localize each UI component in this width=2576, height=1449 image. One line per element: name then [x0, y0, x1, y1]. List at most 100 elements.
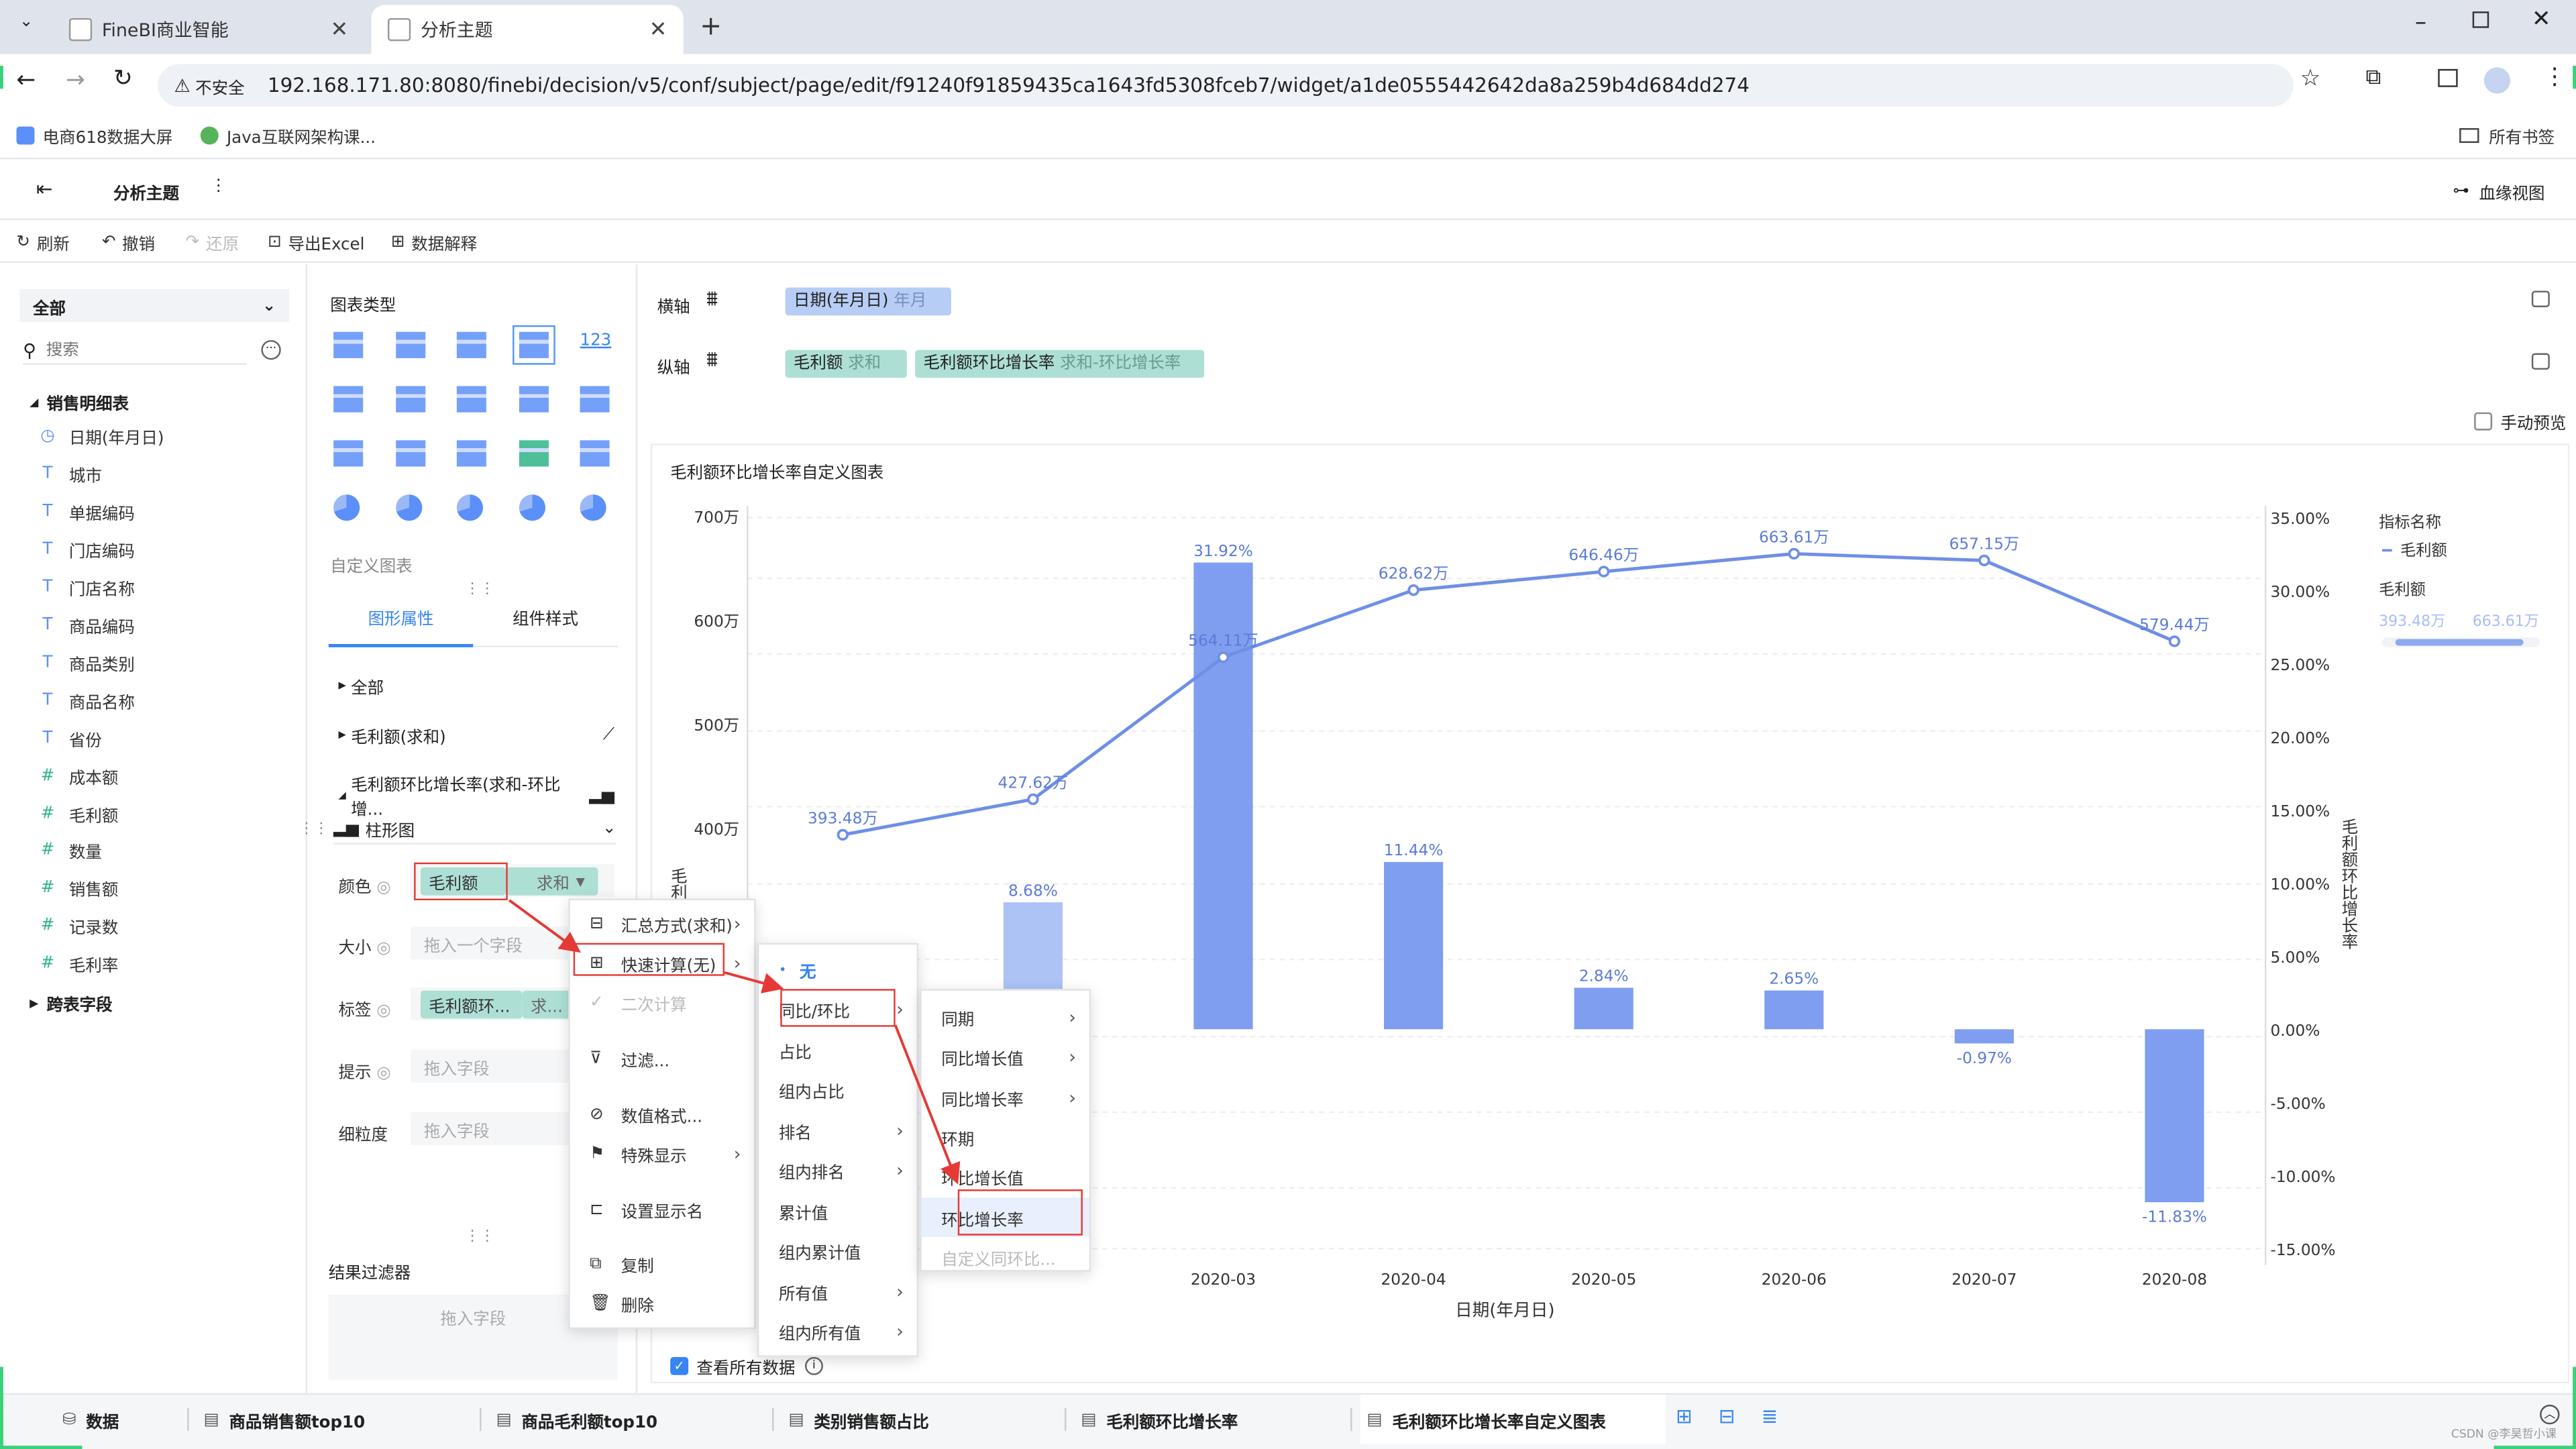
- checkbox-checked[interactable]: ✓: [670, 1356, 689, 1375]
- restore-icon[interactable]: [2472, 11, 2489, 28]
- y-axis-field-pill[interactable]: 毛利额环比增长率 求和-环比增长率: [915, 350, 1205, 378]
- y-axis-field-pill[interactable]: 毛利额 求和: [785, 350, 907, 378]
- export-excel-button[interactable]: ⊡ 导出Excel: [268, 230, 364, 255]
- field-item[interactable]: T 门店名称: [36, 575, 135, 600]
- chart-type-range-bar-icon[interactable]: [580, 386, 610, 413]
- search-input[interactable]: [46, 341, 211, 360]
- collapse-icon[interactable]: ︿: [2540, 1404, 2560, 1425]
- field-item[interactable]: # 记录数: [36, 914, 119, 938]
- manual-preview-toggle[interactable]: 手动预览: [2474, 409, 2566, 434]
- close-tab-icon[interactable]: ✕: [330, 17, 348, 42]
- chart-type-stacked-bar-icon[interactable]: [394, 386, 425, 413]
- lock-icon[interactable]: [2531, 290, 2550, 307]
- field-item[interactable]: # 数量: [36, 839, 102, 863]
- chart-type-area-icon[interactable]: [518, 440, 548, 467]
- chart-type-bubble-icon[interactable]: [580, 494, 606, 521]
- field-item[interactable]: # 毛利率: [36, 952, 119, 977]
- field-item[interactable]: T 商品编码: [36, 612, 135, 637]
- sub-chart-type-select[interactable]: ▂▅ 柱形图 ⌄: [333, 815, 616, 845]
- field-item[interactable]: # 成本额: [36, 763, 119, 788]
- field-item[interactable]: T 商品类别: [36, 650, 135, 675]
- line-series[interactable]: [842, 551, 2176, 837]
- menu-dots-icon[interactable]: ⋮: [2543, 64, 2566, 91]
- bottom-tab[interactable]: ▤ 商品销售额top10: [197, 1395, 485, 1444]
- bottom-tab[interactable]: ▤ 商品毛利额top10: [490, 1395, 772, 1444]
- bar[interactable]: [1764, 990, 1824, 1030]
- y-axis-type-icon[interactable]: ⩩: [706, 348, 718, 373]
- more-icon[interactable]: ⋮: [210, 177, 226, 195]
- tree-node-profit[interactable]: ▶ 毛利额(求和) ⟋: [338, 723, 614, 747]
- field-item[interactable]: # 销售额: [36, 876, 119, 901]
- x-axis-type-icon[interactable]: ⩩: [706, 288, 718, 313]
- line-point[interactable]: [837, 828, 849, 841]
- menu-item[interactable]: 组内累计值: [759, 1230, 916, 1270]
- chart-type-rose-icon[interactable]: [394, 494, 422, 521]
- resize-handle-icon[interactable]: ⋮⋮: [299, 821, 329, 837]
- gradient-bar[interactable]: [2395, 639, 2524, 646]
- back-icon[interactable]: ←: [16, 67, 36, 93]
- chart-type-custom-icon[interactable]: [511, 325, 555, 365]
- bar[interactable]: [1574, 987, 1633, 1030]
- tree-node-all[interactable]: ▶ 全部: [338, 674, 384, 698]
- refresh-button[interactable]: ↻ 刷新: [16, 230, 69, 255]
- line-point[interactable]: [1788, 547, 1800, 560]
- field-item[interactable]: T 城市: [36, 462, 102, 486]
- chart-type-kpi-icon[interactable]: 123: [580, 332, 611, 358]
- close-tab-icon[interactable]: ✕: [649, 17, 667, 42]
- drag-handle-icon[interactable]: ⋮⋮: [465, 1229, 494, 1245]
- add-report-icon[interactable]: ≣: [1762, 1405, 1778, 1428]
- bottom-tab[interactable]: ⛁ 数据: [62, 1395, 197, 1444]
- bottom-tab[interactable]: ▤ 毛利额环比增长率: [1075, 1395, 1357, 1444]
- chart-type-pie-icon[interactable]: [333, 494, 360, 521]
- minimize-icon[interactable]: –: [2415, 10, 2426, 36]
- bookmark-item[interactable]: Java互联网架构课...: [200, 123, 376, 148]
- lock-icon[interactable]: [2531, 353, 2550, 370]
- forward-icon[interactable]: →: [66, 67, 85, 93]
- show-all-data-toggle[interactable]: ✓ 查看所有数据 i: [670, 1354, 823, 1379]
- chart-type-bar-icon[interactable]: [456, 386, 486, 413]
- bookmark-star-icon[interactable]: ☆: [2300, 66, 2321, 92]
- line-point[interactable]: [1217, 651, 1230, 663]
- new-tab-icon[interactable]: +: [700, 10, 722, 42]
- chart-type-horizontal-bar-icon[interactable]: [518, 386, 548, 413]
- field-item[interactable]: T 门店编码: [36, 537, 135, 561]
- checkbox[interactable]: [2474, 412, 2493, 431]
- field-item[interactable]: T 商品名称: [36, 688, 135, 712]
- more-options-icon[interactable]: ···: [261, 339, 281, 360]
- chart-type-cross-table-icon[interactable]: [394, 331, 425, 358]
- field-search[interactable]: ⚲: [23, 337, 247, 365]
- bar[interactable]: [1384, 861, 1444, 1030]
- scope-select[interactable]: 全部 ⌄: [19, 289, 290, 323]
- extensions-icon[interactable]: ⧉: [2366, 66, 2381, 91]
- field-item[interactable]: T 单据编码: [36, 499, 135, 524]
- line-point[interactable]: [1978, 554, 1990, 567]
- reload-icon[interactable]: ↻: [113, 66, 133, 92]
- chart-type-sunburst-icon[interactable]: [456, 494, 484, 521]
- field-item[interactable]: ◷ 日期(年月日): [36, 424, 164, 449]
- line-point[interactable]: [2168, 635, 2181, 647]
- bookmark-item[interactable]: 电商618数据大屏: [16, 123, 172, 148]
- tab-list-chevron-icon[interactable]: ⌄: [13, 13, 40, 40]
- browser-tab-finebi[interactable]: FineBI商业智能 ✕: [52, 5, 364, 54]
- exit-icon[interactable]: ⇤: [36, 177, 53, 200]
- add-component-icon[interactable]: ⊞: [1676, 1405, 1693, 1428]
- lineage-view-button[interactable]: ⊶ 血缘视图: [2453, 179, 2544, 204]
- data-explain-button[interactable]: ⊞ 数据解释: [391, 230, 477, 255]
- tab-graph-properties[interactable]: 图形属性: [328, 595, 474, 647]
- tree-node-profit-growth[interactable]: ◢ 毛利额环比增长率(求和-环比增... ▂▅: [338, 771, 614, 820]
- bottom-tab[interactable]: ▤ 毛利额环比增长率自定义图表: [1360, 1395, 1666, 1444]
- menu-item[interactable]: ⧉ 复制: [570, 1244, 754, 1283]
- line-point[interactable]: [1407, 584, 1419, 596]
- bar[interactable]: [1954, 1029, 2014, 1044]
- x-axis-field-pill[interactable]: 日期(年月日) 年月: [785, 287, 951, 316]
- chart-type-radar-icon[interactable]: [456, 440, 486, 467]
- line-point[interactable]: [1598, 566, 1610, 578]
- field-item[interactable]: # 毛利额: [36, 801, 119, 826]
- sidebar-icon[interactable]: [2438, 68, 2458, 87]
- browser-tab-analysis[interactable]: 分析主题 ✕: [371, 5, 684, 54]
- chart-type-line-icon[interactable]: [333, 440, 364, 467]
- cross-fields-node[interactable]: ▶ 跨表字段: [30, 991, 112, 1015]
- chart-type-gauge-icon[interactable]: [580, 440, 610, 467]
- bar[interactable]: [2145, 1029, 2204, 1203]
- legend-item[interactable]: 毛利额: [2400, 541, 2447, 559]
